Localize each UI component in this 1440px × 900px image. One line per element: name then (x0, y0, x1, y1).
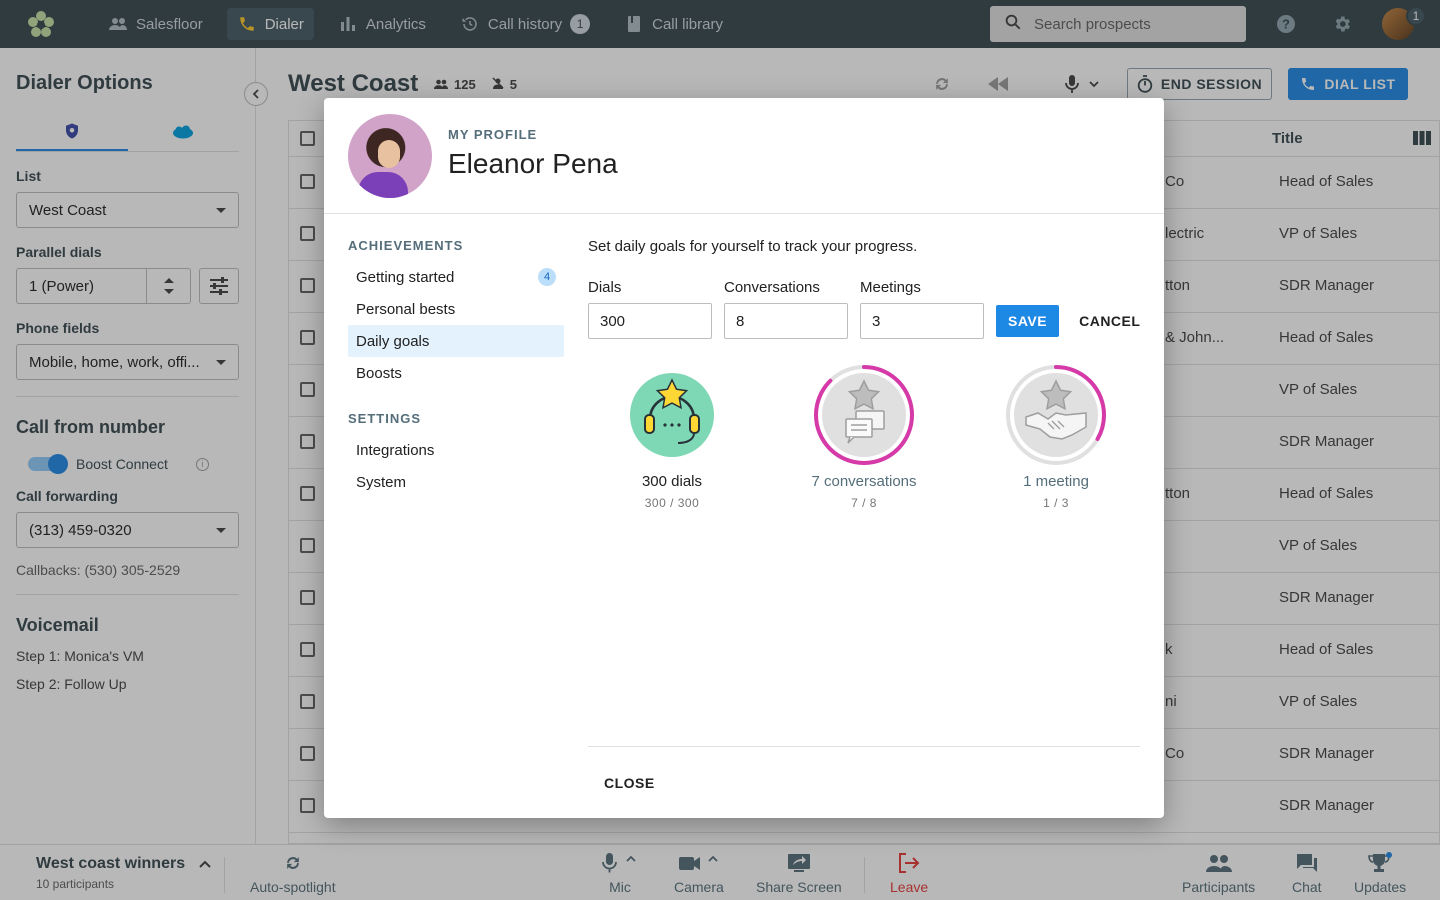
profile-modal: MY PROFILE Eleanor Pena ACHIEVEMENTS Get… (324, 98, 1164, 818)
modal-eyebrow: MY PROFILE (448, 127, 538, 142)
conversations-label: Conversations (724, 279, 820, 296)
daily-goals-description: Set daily goals for yourself to track yo… (588, 238, 918, 255)
goal-progress-text: 7 / 8 (851, 496, 877, 510)
nav-daily-goals[interactable]: Daily goals (348, 325, 564, 357)
goal-label: 1 meeting (1023, 473, 1089, 490)
goal-conversations: 7 conversations 7 / 8 (768, 363, 960, 510)
cancel-button[interactable]: CANCEL (1067, 305, 1152, 337)
conversations-input[interactable] (724, 303, 848, 339)
nav-integrations[interactable]: Integrations (348, 434, 564, 466)
goal-dials: 300 dials 300 / 300 (576, 363, 768, 510)
modal-header: MY PROFILE Eleanor Pena (324, 98, 1164, 214)
nav-item-label: System (356, 473, 407, 491)
dials-input[interactable] (588, 303, 712, 339)
nav-item-label: Integrations (356, 441, 435, 459)
goal-fields: Dials Conversations Meetings SAVE CANCEL (588, 279, 1140, 339)
meetings-input[interactable] (860, 303, 984, 339)
profile-nav: ACHIEVEMENTS Getting started 4 Personal … (348, 238, 564, 498)
nav-personal-bests[interactable]: Personal bests (348, 293, 564, 325)
dials-label: Dials (588, 279, 622, 296)
close-button[interactable]: CLOSE (604, 775, 655, 791)
headset-star-icon (630, 373, 714, 457)
profile-name: Eleanor Pena (448, 148, 618, 179)
achievements-section-label: ACHIEVEMENTS (348, 238, 464, 253)
save-button[interactable]: SAVE (996, 305, 1060, 337)
modal-footer: CLOSE (588, 746, 1140, 793)
chat-star-icon (814, 365, 914, 465)
goal-progress-text: 1 / 3 (1043, 496, 1069, 510)
goal-label: 7 conversations (811, 473, 917, 490)
nav-item-label: Daily goals (356, 332, 430, 350)
handshake-star-icon (1006, 365, 1106, 465)
nav-item-label: Personal bests (356, 300, 456, 318)
nav-getting-started[interactable]: Getting started 4 (348, 261, 564, 293)
count-badge: 4 (538, 268, 556, 286)
profile-avatar (348, 114, 432, 198)
nav-item-label: Boosts (356, 364, 402, 382)
goal-meetings: 1 meeting 1 / 3 (960, 363, 1152, 510)
nav-boosts[interactable]: Boosts (348, 357, 564, 389)
settings-section-label: SETTINGS (348, 411, 422, 426)
meetings-label: Meetings (860, 279, 921, 296)
goal-badges: 300 dials 300 / 300 7 conversations 7 / … (588, 363, 1140, 513)
goal-label: 300 dials (641, 473, 703, 490)
nav-system[interactable]: System (348, 466, 564, 498)
goal-progress-text: 300 / 300 (644, 496, 700, 510)
nav-item-label: Getting started (356, 268, 455, 286)
daily-goals-panel: Set daily goals for yourself to track yo… (588, 238, 1140, 513)
